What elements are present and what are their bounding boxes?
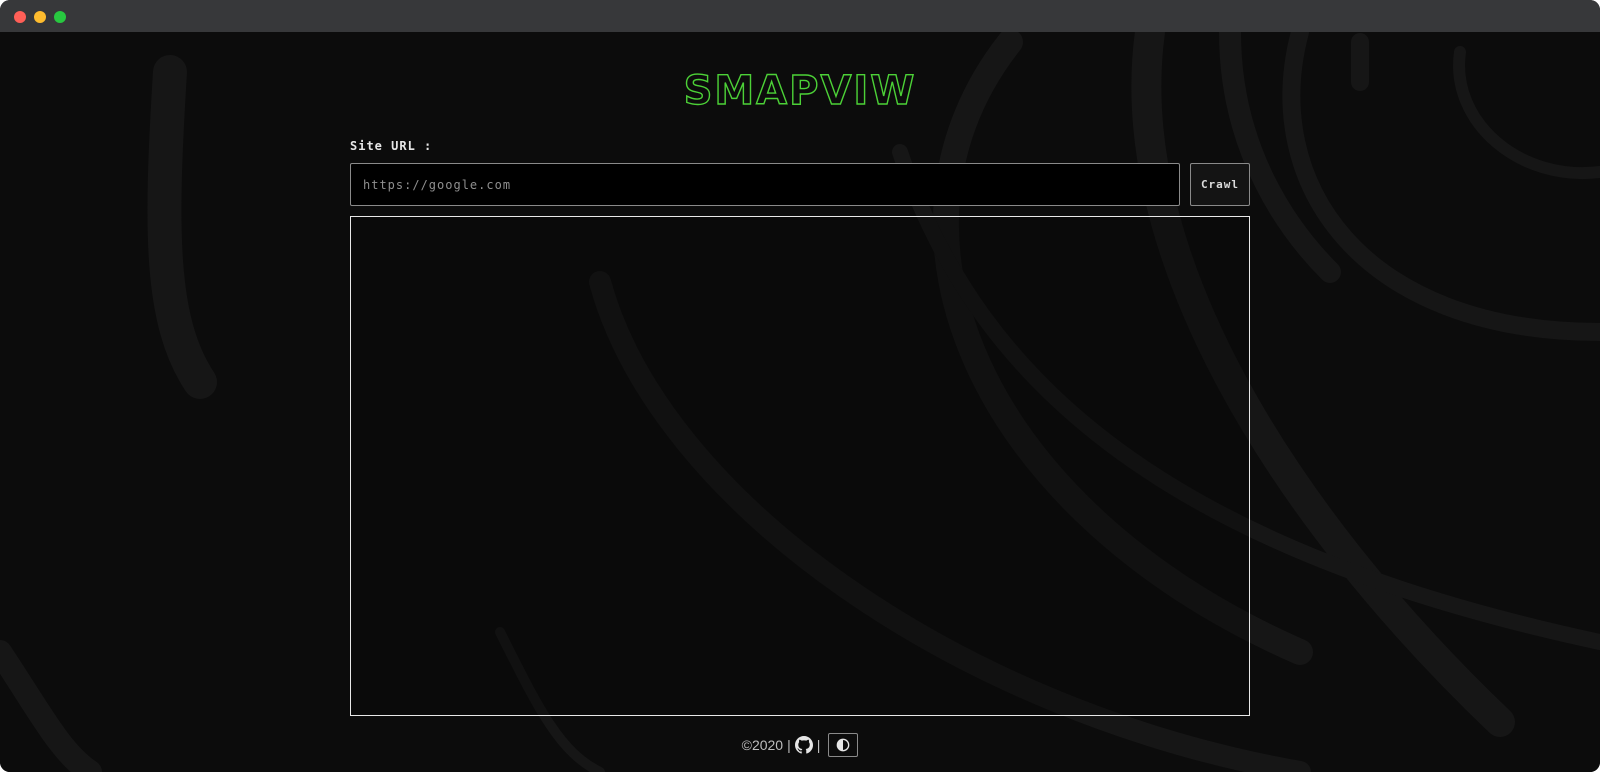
close-window-button[interactable] xyxy=(14,11,26,23)
window-titlebar xyxy=(0,0,1600,32)
logo-text: SMAPVIW xyxy=(684,68,917,112)
crawl-button[interactable]: Crawl xyxy=(1190,163,1250,206)
zoom-window-button[interactable] xyxy=(54,11,66,23)
footer-separator: | xyxy=(787,737,791,753)
footer-separator: | xyxy=(816,737,821,753)
smapviw-logo: SMAPVIW xyxy=(683,68,917,112)
minimize-window-button[interactable] xyxy=(34,11,46,23)
theme-toggle-button[interactable] xyxy=(828,733,859,757)
footer: ©2020 | | xyxy=(0,732,1600,758)
contrast-icon xyxy=(837,738,850,752)
site-url-label: Site URL : xyxy=(350,139,433,153)
github-icon[interactable] xyxy=(794,736,813,754)
browser-window: SMAPVIW Site URL : Crawl ©2020 | | xyxy=(0,0,1600,772)
page-content: SMAPVIW Site URL : Crawl ©2020 | | xyxy=(0,32,1600,772)
copyright-text: ©2020 xyxy=(741,737,784,753)
site-url-input[interactable] xyxy=(350,163,1180,206)
sitemap-output-panel[interactable] xyxy=(350,216,1250,716)
